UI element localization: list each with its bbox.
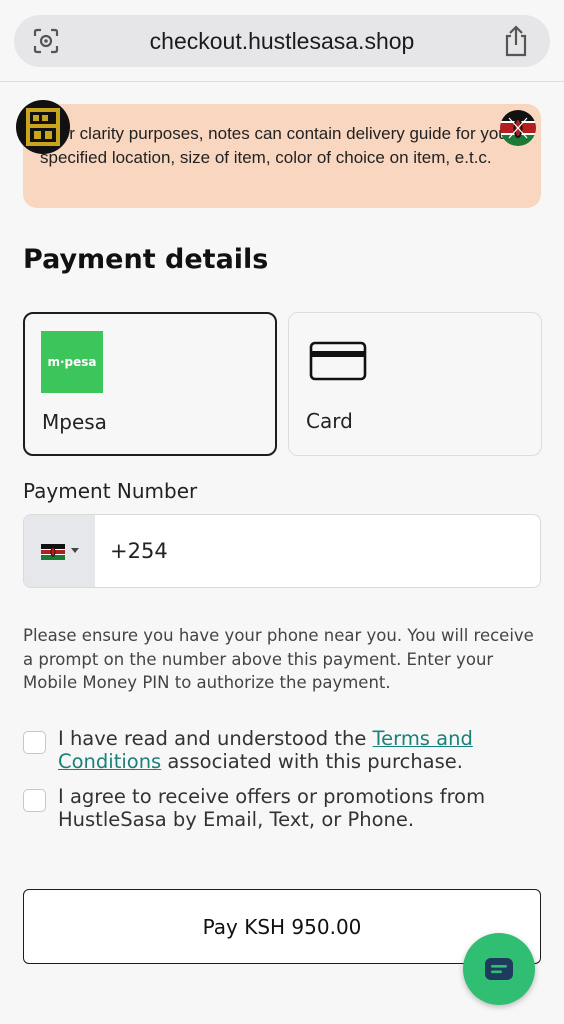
pay-button[interactable]: Pay KSH 950.00 (23, 889, 541, 964)
mpesa-logo: m·pesa (41, 331, 103, 393)
delivery-note-banner: : For clarity purposes, notes can contai… (23, 104, 541, 208)
payment-method-card[interactable]: Card (288, 312, 542, 456)
store-logo-icon (26, 108, 60, 146)
kenya-flag-icon (41, 544, 65, 560)
credit-card-icon (309, 341, 367, 381)
payment-details-heading: Payment details (23, 244, 269, 275)
phone-number-field (23, 514, 541, 588)
country-code-select[interactable] (24, 515, 95, 587)
payment-method-mpesa[interactable]: m·pesa Mpesa (23, 312, 277, 456)
terms-suffix-text: associated with this purchase. (161, 750, 463, 773)
chevron-down-icon (71, 548, 79, 553)
offers-checkbox[interactable] (23, 789, 46, 812)
kenya-flag-icon[interactable] (500, 110, 536, 146)
payment-method-label: Mpesa (42, 410, 107, 434)
chat-button[interactable] (463, 933, 535, 1005)
terms-checkbox[interactable] (23, 731, 46, 754)
store-logo[interactable] (16, 100, 70, 154)
terms-consent-text: I have read and understood the Terms and… (58, 727, 538, 773)
payment-number-label: Payment Number (23, 479, 198, 503)
offers-consent-row: I agree to receive offers or promotions … (23, 785, 543, 835)
offers-consent-text: I agree to receive offers or promotions … (58, 785, 486, 831)
payment-method-label: Card (306, 409, 353, 433)
address-bar[interactable]: checkout.hustlesasa.shop (14, 15, 550, 67)
url-text[interactable]: checkout.hustlesasa.shop (14, 15, 550, 67)
browser-toolbar: checkout.hustlesasa.shop (0, 0, 564, 82)
payment-instructions: Please ensure you have your phone near y… (23, 626, 534, 692)
chat-icon (485, 958, 513, 980)
note-text: : For clarity purposes, notes can contai… (40, 124, 514, 167)
share-icon[interactable] (502, 25, 530, 57)
phone-number-input[interactable] (110, 515, 530, 587)
terms-prefix-text: I have read and understood the (58, 727, 373, 750)
terms-consent-row: I have read and understood the Terms and… (23, 727, 543, 777)
